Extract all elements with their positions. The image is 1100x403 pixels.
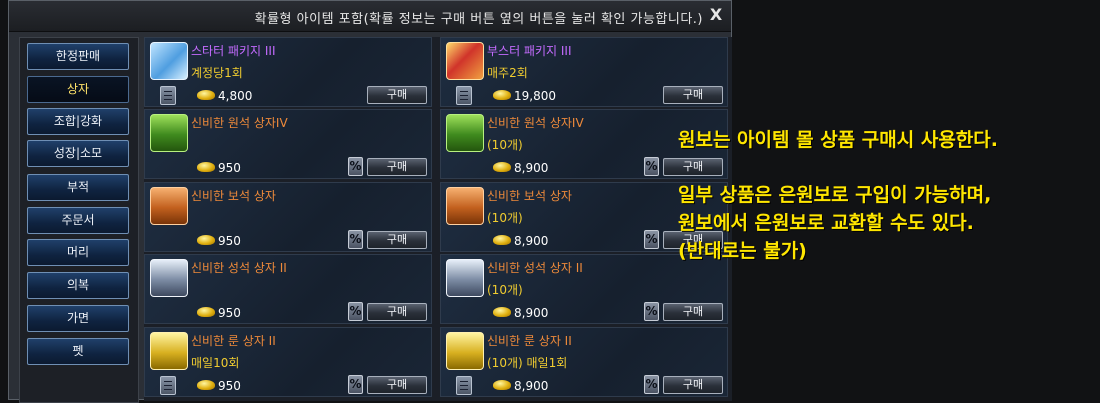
product-card: 신비한 룬 상자 II 매일10회 950 % 구매 (144, 327, 432, 397)
product-card: 부스터 패키지 III 매주2회 19,800 구매 (440, 37, 728, 107)
yuanbao-coin-icon (493, 380, 511, 390)
product-card: 신비한 성석 상자 II 950 % 구매 (144, 254, 432, 324)
yuanbao-coin-icon (493, 235, 511, 245)
category-limited-sale[interactable]: 한정판매 (27, 43, 129, 70)
product-price: 950 (218, 161, 241, 175)
category-clothing[interactable]: 의복 (27, 272, 129, 299)
purchase-limit: 매주2회 (487, 66, 528, 80)
annotation-line-3: 원보에서 은원보로 교환할 수도 있다. (678, 212, 974, 234)
silver-chest-icon[interactable] (446, 259, 484, 297)
category-boxes[interactable]: 상자 (27, 76, 129, 103)
gift-box-red-icon[interactable] (446, 42, 484, 80)
buy-button[interactable]: 구매 (663, 158, 723, 176)
product-card: 신비한 성석 상자 II (10개) 8,900 % 구매 (440, 254, 728, 324)
purchase-limit: (10개) 매일1회 (487, 356, 568, 370)
product-name: 신비한 보석 상자 (487, 189, 572, 203)
product-name: 신비한 성석 상자 II (487, 261, 583, 275)
probability-button[interactable]: % (348, 302, 363, 321)
product-name: 신비한 룬 상자 II (487, 334, 572, 348)
title-bar: 확률형 아이템 포함(확률 정보는 구매 버튼 옆의 버튼을 눌러 확인 가능합… (9, 1, 731, 32)
buy-button[interactable]: 구매 (367, 303, 427, 321)
orange-chest-icon[interactable] (446, 187, 484, 225)
window-title: 확률형 아이템 포함(확률 정보는 구매 버튼 옆의 버튼을 눌러 확인 가능합… (254, 12, 703, 27)
item-info-icon[interactable] (160, 376, 176, 395)
category-mask[interactable]: 가면 (27, 305, 129, 332)
category-combine-enhance[interactable]: 조합|강화 (27, 108, 129, 135)
item-info-icon[interactable] (160, 86, 176, 105)
probability-button[interactable]: % (348, 375, 363, 394)
product-price: 8,900 (514, 379, 549, 393)
product-price: 4,800 (218, 89, 253, 103)
gold-chest-icon[interactable] (150, 332, 188, 370)
yuanbao-coin-icon (493, 90, 511, 100)
product-name: 신비한 보석 상자 (191, 189, 276, 203)
yuanbao-coin-icon (197, 307, 215, 317)
product-price: 8,900 (514, 306, 549, 320)
buy-button[interactable]: 구매 (367, 376, 427, 394)
category-hair[interactable]: 머리 (27, 239, 129, 266)
buy-button[interactable]: 구매 (367, 158, 427, 176)
category-sidebar: 한정판매 상자 조합|강화 성장|소모 부적 주문서 머리 의복 가면 펫 (19, 37, 139, 403)
probability-button[interactable]: % (644, 302, 659, 321)
yuanbao-coin-icon (197, 162, 215, 172)
product-name: 신비한 원석 상자IV (487, 116, 584, 130)
buy-button[interactable]: 구매 (663, 303, 723, 321)
probability-button[interactable]: % (348, 230, 363, 249)
annotation-line-4: (반대로는 불가) (678, 240, 807, 262)
green-chest-icon[interactable] (150, 114, 188, 152)
product-name: 신비한 룬 상자 II (191, 334, 276, 348)
product-price: 950 (218, 234, 241, 248)
buy-button[interactable]: 구매 (663, 376, 723, 394)
product-price: 8,900 (514, 161, 549, 175)
probability-button[interactable]: % (644, 230, 659, 249)
product-name: 부스터 패키지 III (487, 44, 572, 58)
product-grid: 스타터 패키지 III 계정당1회 4,800 구매 부스터 패키지 III 매… (144, 37, 732, 401)
product-price: 8,900 (514, 234, 549, 248)
purchase-limit: 계정당1회 (191, 66, 243, 80)
product-card: 신비한 원석 상자IV 950 % 구매 (144, 109, 432, 179)
close-icon[interactable]: X (707, 5, 725, 25)
buy-button[interactable]: 구매 (663, 86, 723, 104)
product-name: 스타터 패키지 III (191, 44, 276, 58)
buy-button[interactable]: 구매 (367, 231, 427, 249)
probability-button[interactable]: % (644, 157, 659, 176)
purchase-limit: (10개) (487, 211, 523, 225)
yuanbao-coin-icon (197, 235, 215, 245)
buy-button[interactable]: 구매 (367, 86, 427, 104)
probability-button[interactable]: % (348, 157, 363, 176)
product-price: 19,800 (514, 89, 556, 103)
product-name: 신비한 원석 상자IV (191, 116, 288, 130)
product-price: 950 (218, 306, 241, 320)
item-info-icon[interactable] (456, 86, 472, 105)
yuanbao-coin-icon (197, 90, 215, 100)
yuanbao-coin-icon (493, 162, 511, 172)
product-card: 신비한 보석 상자 950 % 구매 (144, 182, 432, 252)
category-growth-consume[interactable]: 성장|소모 (27, 140, 129, 167)
item-info-icon[interactable] (456, 376, 472, 395)
category-scroll[interactable]: 주문서 (27, 207, 129, 234)
gift-box-blue-icon[interactable] (150, 42, 188, 80)
purchase-limit: 매일10회 (191, 356, 240, 370)
yuanbao-coin-icon (197, 380, 215, 390)
silver-chest-icon[interactable] (150, 259, 188, 297)
purchase-limit: (10개) (487, 138, 523, 152)
gold-chest-icon[interactable] (446, 332, 484, 370)
product-name: 신비한 성석 상자 II (191, 261, 287, 275)
product-card: 스타터 패키지 III 계정당1회 4,800 구매 (144, 37, 432, 107)
probability-button[interactable]: % (644, 375, 659, 394)
purchase-limit: (10개) (487, 283, 523, 297)
item-shop-window: 확률형 아이템 포함(확률 정보는 구매 버튼 옆의 버튼을 눌러 확인 가능합… (8, 0, 732, 403)
yuanbao-coin-icon (493, 307, 511, 317)
product-price: 950 (218, 379, 241, 393)
orange-chest-icon[interactable] (150, 187, 188, 225)
green-chest-icon[interactable] (446, 114, 484, 152)
product-card: 신비한 룬 상자 II (10개) 매일1회 8,900 % 구매 (440, 327, 728, 397)
category-talisman[interactable]: 부적 (27, 174, 129, 201)
category-pet[interactable]: 펫 (27, 338, 129, 365)
annotation-line-2: 일부 상품은 은원보로 구입이 가능하며, (678, 184, 992, 206)
annotation-line-1: 원보는 아이템 몰 상품 구매시 사용한다. (678, 129, 998, 151)
